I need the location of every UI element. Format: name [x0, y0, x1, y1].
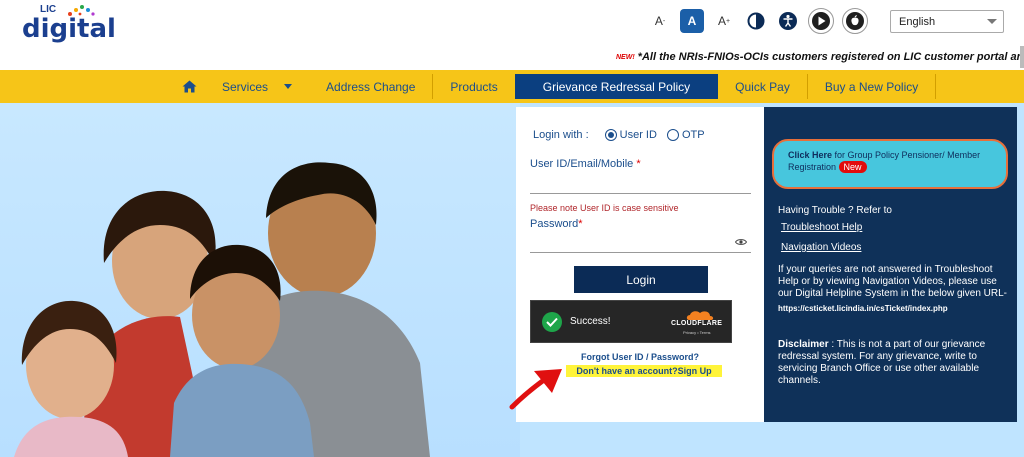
password-input[interactable]: [530, 231, 730, 251]
cloudflare-captcha[interactable]: Success! CLOUDFLARE Privacy • Terms: [530, 300, 732, 343]
nav-items: Services Address Change Products Grievan…: [182, 74, 937, 99]
font-increase-sup: +: [725, 17, 731, 25]
nav-grievance-label: Grievance Redressal Policy: [542, 79, 691, 94]
check-circle-icon: [542, 312, 562, 332]
disclaimer: Disclaimer : This is not a part of our g…: [778, 339, 1010, 387]
chevron-down-icon: [987, 19, 997, 24]
userid-required-mark: *: [636, 158, 641, 170]
cloudflare-logo: CLOUDFLARE Privacy • Terms: [671, 309, 725, 339]
accessibility-toolbar: A- A A +: [648, 8, 868, 34]
nav-grievance-redressal-policy[interactable]: Grievance Redressal Policy: [514, 74, 719, 99]
queries-text: If your queries are not answered in Trou…: [778, 264, 1007, 299]
userid-field-label: User ID/Email/Mobile *: [530, 158, 641, 170]
nav-services-label: Services: [222, 79, 269, 94]
forgot-credentials-link[interactable]: Forgot User ID / Password?: [516, 352, 764, 362]
password-required-mark: *: [578, 218, 583, 230]
ticker-scrollbar[interactable]: [1020, 46, 1024, 68]
side-gap: [1017, 107, 1024, 457]
group-new-badge: New: [838, 161, 867, 173]
case-sensitive-note: Please note User ID is case sensitive: [530, 203, 679, 213]
userid-input-underline: [530, 193, 751, 194]
apple-store-icon[interactable]: [842, 8, 868, 34]
nav-services[interactable]: Services: [205, 74, 309, 99]
troubleshoot-help-link[interactable]: Troubleshoot Help: [781, 222, 862, 234]
queries-info: If your queries are not answered in Trou…: [778, 264, 1010, 300]
eye-icon[interactable]: [735, 238, 747, 246]
group-click-here[interactable]: Click Here: [788, 150, 832, 160]
password-label-text: Password: [530, 218, 579, 230]
disclaimer-label: Disclaimer: [778, 339, 829, 350]
main-navbar: Services Address Change Products Grievan…: [0, 70, 1024, 103]
password-input-underline: [530, 252, 751, 253]
font-increase-button[interactable]: A +: [712, 9, 736, 33]
ticker-message: *All the NRIs-FNIOs-OCIs customers regis…: [637, 51, 1024, 63]
font-normal-label: A: [687, 14, 697, 28]
font-decrease-sup: -: [662, 17, 666, 25]
navigation-videos-link[interactable]: Navigation Videos: [781, 242, 861, 254]
logo-digital-text: digital: [22, 14, 116, 44]
page: LIC digital A- A A + English NEW! *All t…: [0, 0, 1024, 457]
family-photo: [14, 162, 430, 457]
userid-radio-dot: [607, 132, 614, 138]
userid-radio[interactable]: [604, 129, 617, 141]
nav-buy-policy-label: Buy a New Policy: [824, 79, 919, 94]
nav-address-change[interactable]: Address Change: [309, 74, 434, 99]
cloudflare-brand: CLOUDFLARE: [671, 320, 723, 327]
userid-input[interactable]: [530, 171, 751, 193]
contrast-icon[interactable]: [744, 9, 768, 33]
cloudflare-links[interactable]: Privacy • Terms: [683, 330, 711, 335]
nav-address-change-label: Address Change: [326, 79, 416, 94]
group-policy-registration-box[interactable]: Click Here for Group Policy Pensioner/ M…: [772, 139, 1008, 189]
nav-products-label: Products: [450, 79, 498, 94]
font-decrease-label: A: [654, 14, 663, 28]
ticker-new-badge: NEW!: [616, 53, 635, 61]
language-selected: English: [899, 16, 936, 28]
lic-digital-logo[interactable]: LIC digital: [22, 4, 116, 44]
otp-radio[interactable]: [666, 129, 679, 141]
annotation-arrow-icon: [509, 369, 562, 410]
font-decrease-button[interactable]: A-: [648, 9, 672, 33]
nav-quick-pay-label: Quick Pay: [735, 79, 790, 94]
nav-buy-new-policy[interactable]: Buy a New Policy: [808, 74, 937, 99]
password-field-label: Password*: [530, 218, 583, 230]
play-store-icon[interactable]: [808, 8, 834, 34]
login-with-row: Login with : User ID OTP: [533, 129, 705, 141]
captcha-status: Success!: [570, 316, 611, 327]
language-select[interactable]: English: [890, 10, 1004, 33]
otp-radio-label[interactable]: OTP: [682, 129, 705, 141]
userid-radio-label[interactable]: User ID: [620, 129, 657, 141]
login-with-label: Login with :: [533, 129, 589, 141]
accessibility-icon[interactable]: [776, 9, 800, 33]
signup-link[interactable]: Don't have an account?Sign Up: [566, 365, 722, 377]
services-caret-icon: [284, 84, 293, 89]
userid-label-text: User ID/Email/Mobile: [530, 158, 634, 170]
home-icon[interactable]: [182, 74, 205, 99]
header: LIC digital A- A A + English: [0, 0, 1024, 46]
ticker-content[interactable]: NEW! *All the NRIs-FNIOs-OCIs customers r…: [616, 51, 1024, 63]
nav-quick-pay[interactable]: Quick Pay: [718, 74, 808, 99]
login-button[interactable]: Login: [574, 266, 708, 293]
help-side-panel: Click Here for Group Policy Pensioner/ M…: [764, 107, 1017, 422]
trouble-intro-text: Having Trouble ? Refer to: [778, 205, 892, 216]
login-button-label: Login: [626, 272, 656, 287]
font-increase-label: A: [717, 14, 726, 28]
news-ticker: NEW! *All the NRIs-FNIOs-OCIs customers r…: [0, 46, 1024, 68]
nav-products[interactable]: Products: [433, 74, 514, 99]
helpline-url-link[interactable]: https://csticket.licindia.in/csTicket/in…: [778, 303, 1010, 315]
font-normal-button[interactable]: A: [680, 9, 704, 33]
